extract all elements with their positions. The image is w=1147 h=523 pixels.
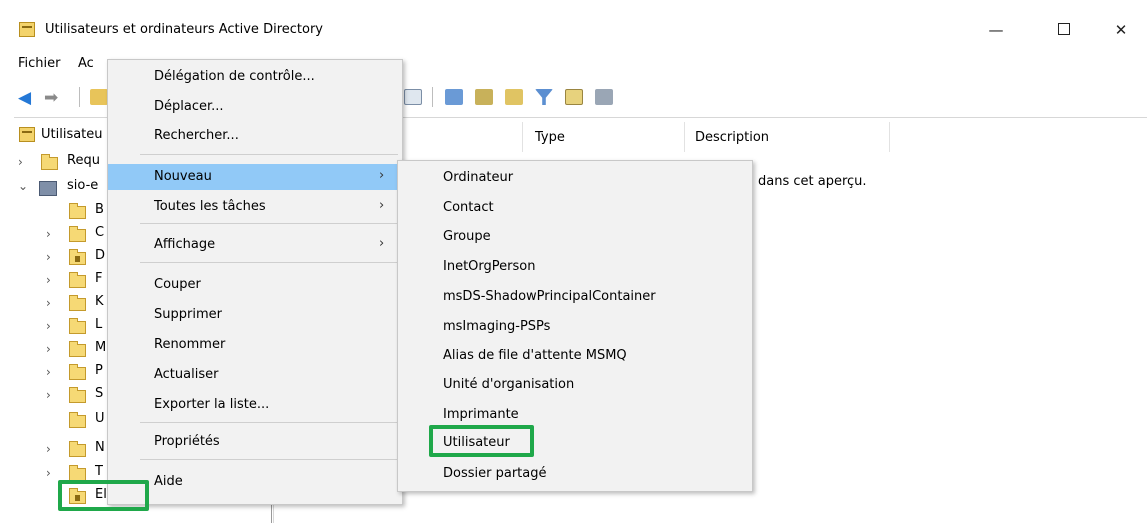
aduc-icon bbox=[19, 127, 35, 142]
submenu-item-unite-organisation[interactable]: Unité d'organisation bbox=[398, 370, 752, 398]
menu-action[interactable]: Ac bbox=[78, 56, 94, 71]
app-window: Utilisateurs et ordinateurs Active Direc… bbox=[0, 0, 1147, 523]
submenu-item-contact[interactable]: Contact bbox=[398, 193, 752, 221]
folder-icon bbox=[69, 441, 86, 457]
maximize-icon bbox=[1058, 23, 1070, 35]
menu-item-affichage[interactable]: Affichage › bbox=[108, 232, 402, 258]
chevron-right-icon: › bbox=[379, 168, 385, 183]
submenu-item-dossier-partage[interactable]: Dossier partagé bbox=[398, 459, 752, 487]
domain-icon bbox=[39, 181, 57, 196]
annotation-highlight-eleves bbox=[58, 480, 149, 511]
menu-item-deplacer[interactable]: Déplacer... bbox=[108, 94, 402, 120]
menu-separator bbox=[140, 223, 398, 224]
title-bar: Utilisateurs et ordinateurs Active Direc… bbox=[0, 0, 1147, 46]
close-button[interactable]: ✕ bbox=[1109, 20, 1133, 40]
menu-item-nouveau[interactable]: Nouveau › bbox=[108, 164, 402, 190]
column-type[interactable]: Type bbox=[535, 130, 565, 145]
ou-folder-icon bbox=[69, 249, 86, 265]
chevron-right-icon[interactable]: › bbox=[46, 319, 51, 333]
toolbar-separator bbox=[79, 87, 80, 107]
column-separator bbox=[684, 122, 685, 152]
chevron-right-icon[interactable]: › bbox=[46, 227, 51, 241]
new-group-icon[interactable] bbox=[475, 89, 493, 105]
chevron-right-icon: › bbox=[379, 198, 385, 213]
back-arrow-icon[interactable]: ◀ bbox=[18, 88, 31, 108]
new-ou-icon[interactable] bbox=[505, 89, 523, 105]
menu-fichier[interactable]: Fichier bbox=[18, 56, 61, 71]
properties-icon[interactable] bbox=[404, 89, 422, 105]
chevron-right-icon[interactable]: › bbox=[18, 155, 23, 169]
app-icon bbox=[19, 22, 35, 37]
menu-separator bbox=[140, 459, 398, 460]
chevron-right-icon[interactable]: › bbox=[46, 250, 51, 264]
add-to-group-icon[interactable] bbox=[595, 89, 613, 105]
chevron-down-icon[interactable]: ⌄ bbox=[18, 179, 28, 193]
menu-item-actualiser[interactable]: Actualiser bbox=[108, 362, 402, 388]
submenu-item-msimaging[interactable]: msImaging-PSPs bbox=[398, 312, 752, 340]
menu-separator bbox=[140, 154, 398, 155]
folder-icon bbox=[69, 412, 86, 428]
filter-icon[interactable] bbox=[535, 89, 553, 105]
submenu-item-groupe[interactable]: Groupe bbox=[398, 222, 752, 250]
menu-item-delegation[interactable]: Délégation de contrôle... bbox=[108, 64, 402, 90]
column-separator bbox=[889, 122, 890, 152]
list-empty-message: dans cet aperçu. bbox=[758, 174, 867, 189]
folder-icon bbox=[69, 226, 86, 242]
toolbar-separator bbox=[432, 87, 433, 107]
minimize-button[interactable]: — bbox=[984, 20, 1008, 40]
folder-icon bbox=[69, 272, 86, 288]
folder-icon bbox=[69, 295, 86, 311]
folder-icon bbox=[69, 203, 86, 219]
menu-item-renommer[interactable]: Renommer bbox=[108, 332, 402, 358]
chevron-right-icon[interactable]: › bbox=[46, 388, 51, 402]
annotation-highlight-utilisateur bbox=[429, 425, 534, 457]
menu-item-supprimer[interactable]: Supprimer bbox=[108, 302, 402, 328]
folder-icon bbox=[69, 364, 86, 380]
new-user-icon[interactable] bbox=[445, 89, 463, 105]
submenu-item-ordinateur[interactable]: Ordinateur bbox=[398, 163, 752, 191]
folder-icon bbox=[69, 318, 86, 334]
folder-icon bbox=[69, 341, 86, 357]
menu-item-toutes-les-taches[interactable]: Toutes les tâches › bbox=[108, 194, 402, 220]
chevron-right-icon[interactable]: › bbox=[46, 365, 51, 379]
chevron-right-icon[interactable]: › bbox=[46, 442, 51, 456]
up-folder-icon[interactable] bbox=[90, 89, 108, 105]
menu-separator bbox=[140, 422, 398, 423]
menu-item-couper[interactable]: Couper bbox=[108, 272, 402, 298]
submenu-item-imprimante[interactable]: Imprimante bbox=[398, 400, 752, 428]
menu-item-aide[interactable]: Aide bbox=[108, 469, 402, 495]
find-icon[interactable] bbox=[565, 89, 583, 105]
context-menu: Délégation de contrôle... Déplacer... Re… bbox=[107, 59, 403, 505]
menu-item-rechercher[interactable]: Rechercher... bbox=[108, 123, 402, 149]
window-title: Utilisateurs et ordinateurs Active Direc… bbox=[45, 22, 323, 37]
menu-item-proprietes[interactable]: Propriétés bbox=[108, 429, 402, 455]
chevron-right-icon[interactable]: › bbox=[46, 466, 51, 480]
chevron-right-icon: › bbox=[379, 236, 385, 251]
menu-item-exporter[interactable]: Exporter la liste... bbox=[108, 392, 402, 418]
submenu-item-msmq[interactable]: Alias de file d'attente MSMQ bbox=[398, 341, 752, 369]
chevron-right-icon[interactable]: › bbox=[46, 273, 51, 287]
menu-separator bbox=[140, 262, 398, 263]
maximize-button[interactable] bbox=[1052, 20, 1076, 40]
folder-icon bbox=[41, 154, 58, 170]
forward-arrow-icon[interactable]: ➡ bbox=[44, 88, 58, 108]
chevron-right-icon[interactable]: › bbox=[46, 342, 51, 356]
column-separator bbox=[522, 122, 523, 152]
column-description[interactable]: Description bbox=[695, 130, 769, 145]
submenu-item-msds-shadow[interactable]: msDS-ShadowPrincipalContainer bbox=[398, 282, 752, 310]
submenu-item-inetorgperson[interactable]: InetOrgPerson bbox=[398, 252, 752, 280]
folder-icon bbox=[69, 387, 86, 403]
chevron-right-icon[interactable]: › bbox=[46, 296, 51, 310]
